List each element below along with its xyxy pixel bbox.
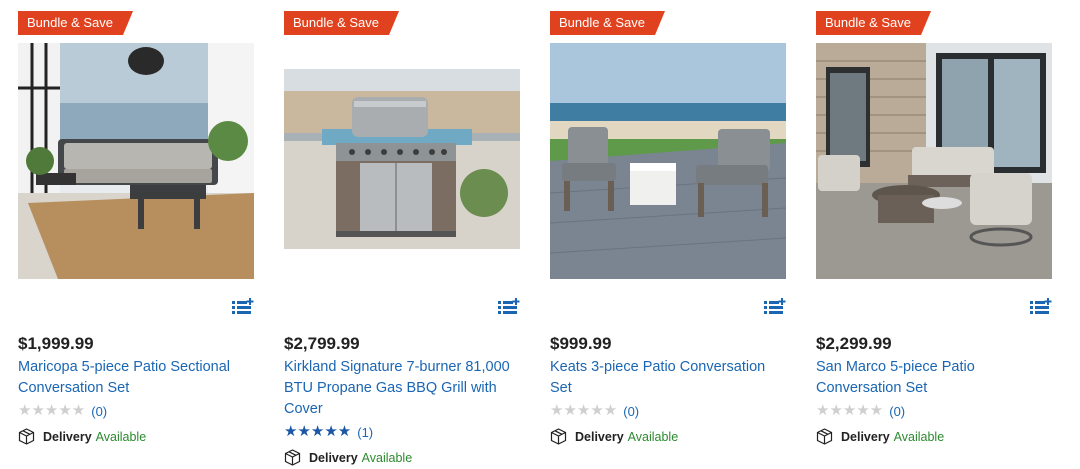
add-to-list-icon[interactable] bbox=[498, 298, 520, 316]
delivery-label: Delivery bbox=[841, 429, 890, 444]
star-rating-icons: ★★★★★ bbox=[550, 402, 618, 419]
delivery-label: Delivery bbox=[309, 450, 358, 465]
product-price: $2,799.99 bbox=[284, 334, 360, 353]
box-icon bbox=[18, 428, 35, 445]
review-count[interactable]: (1) bbox=[357, 425, 373, 440]
review-count[interactable]: (0) bbox=[91, 404, 107, 419]
box-icon bbox=[816, 428, 833, 445]
add-to-list-icon[interactable] bbox=[232, 298, 254, 316]
add-to-list-icon[interactable] bbox=[1030, 298, 1052, 316]
product-image[interactable] bbox=[550, 43, 786, 279]
product-card: Bundle & Save bbox=[816, 0, 1052, 469]
box-icon bbox=[550, 428, 567, 445]
product-image[interactable] bbox=[18, 43, 254, 279]
star-rating-icons: ★★★★★ bbox=[816, 402, 884, 419]
delivery-status: Available bbox=[893, 429, 945, 444]
bundle-save-badge: Bundle & Save bbox=[18, 11, 133, 35]
product-price: $1,999.99 bbox=[18, 334, 94, 353]
delivery-info: Delivery Available bbox=[284, 449, 412, 466]
delivery-status: Available bbox=[627, 429, 679, 444]
product-card: Bundle & Save bbox=[284, 0, 520, 469]
product-card: Bundle & Save bbox=[18, 0, 254, 469]
product-title-link[interactable]: Maricopa 5-piece Patio Sectional Convers… bbox=[18, 357, 254, 399]
review-count[interactable]: (0) bbox=[623, 404, 639, 419]
star-rating-icons: ★★★★★ bbox=[18, 402, 86, 419]
product-title-link[interactable]: San Marco 5-piece Patio Conversation Set bbox=[816, 357, 1052, 399]
product-image[interactable] bbox=[284, 43, 520, 279]
patio-conversation-set-image[interactable] bbox=[550, 43, 786, 279]
review-count[interactable]: (0) bbox=[889, 404, 905, 419]
box-icon bbox=[284, 449, 301, 466]
delivery-info: Delivery Available bbox=[816, 428, 944, 445]
bundle-save-badge: Bundle & Save bbox=[284, 11, 399, 35]
rating[interactable]: ★★★★★ (0) bbox=[18, 403, 107, 419]
bundle-save-badge: Bundle & Save bbox=[816, 11, 931, 35]
delivery-info: Delivery Available bbox=[18, 428, 146, 445]
add-to-list-icon[interactable] bbox=[764, 298, 786, 316]
bbq-grill-image[interactable] bbox=[284, 43, 520, 279]
delivery-status: Available bbox=[95, 429, 147, 444]
delivery-label: Delivery bbox=[575, 429, 624, 444]
star-rating-icons: ★★★★★ bbox=[284, 423, 352, 440]
delivery-info: Delivery Available bbox=[550, 428, 678, 445]
bundle-save-badge: Bundle & Save bbox=[550, 11, 665, 35]
product-image[interactable] bbox=[816, 43, 1052, 279]
product-price: $2,299.99 bbox=[816, 334, 892, 353]
product-title-link[interactable]: Keats 3-piece Patio Conversation Set bbox=[550, 357, 786, 399]
rating[interactable]: ★★★★★ (1) bbox=[284, 424, 373, 440]
patio-conversation-set-image[interactable] bbox=[816, 43, 1052, 279]
delivery-status: Available bbox=[361, 450, 413, 465]
patio-sectional-image[interactable] bbox=[18, 43, 254, 279]
product-grid: Bundle & Save $1,999.99 Maricopa 5-piece… bbox=[0, 0, 1080, 469]
product-title-link[interactable]: Kirkland Signature 7-burner 81,000 BTU P… bbox=[284, 357, 520, 420]
product-price: $999.99 bbox=[550, 334, 612, 353]
product-card: Bundle & Save bbox=[550, 0, 786, 469]
rating[interactable]: ★★★★★ (0) bbox=[816, 403, 905, 419]
rating[interactable]: ★★★★★ (0) bbox=[550, 403, 639, 419]
delivery-label: Delivery bbox=[43, 429, 92, 444]
